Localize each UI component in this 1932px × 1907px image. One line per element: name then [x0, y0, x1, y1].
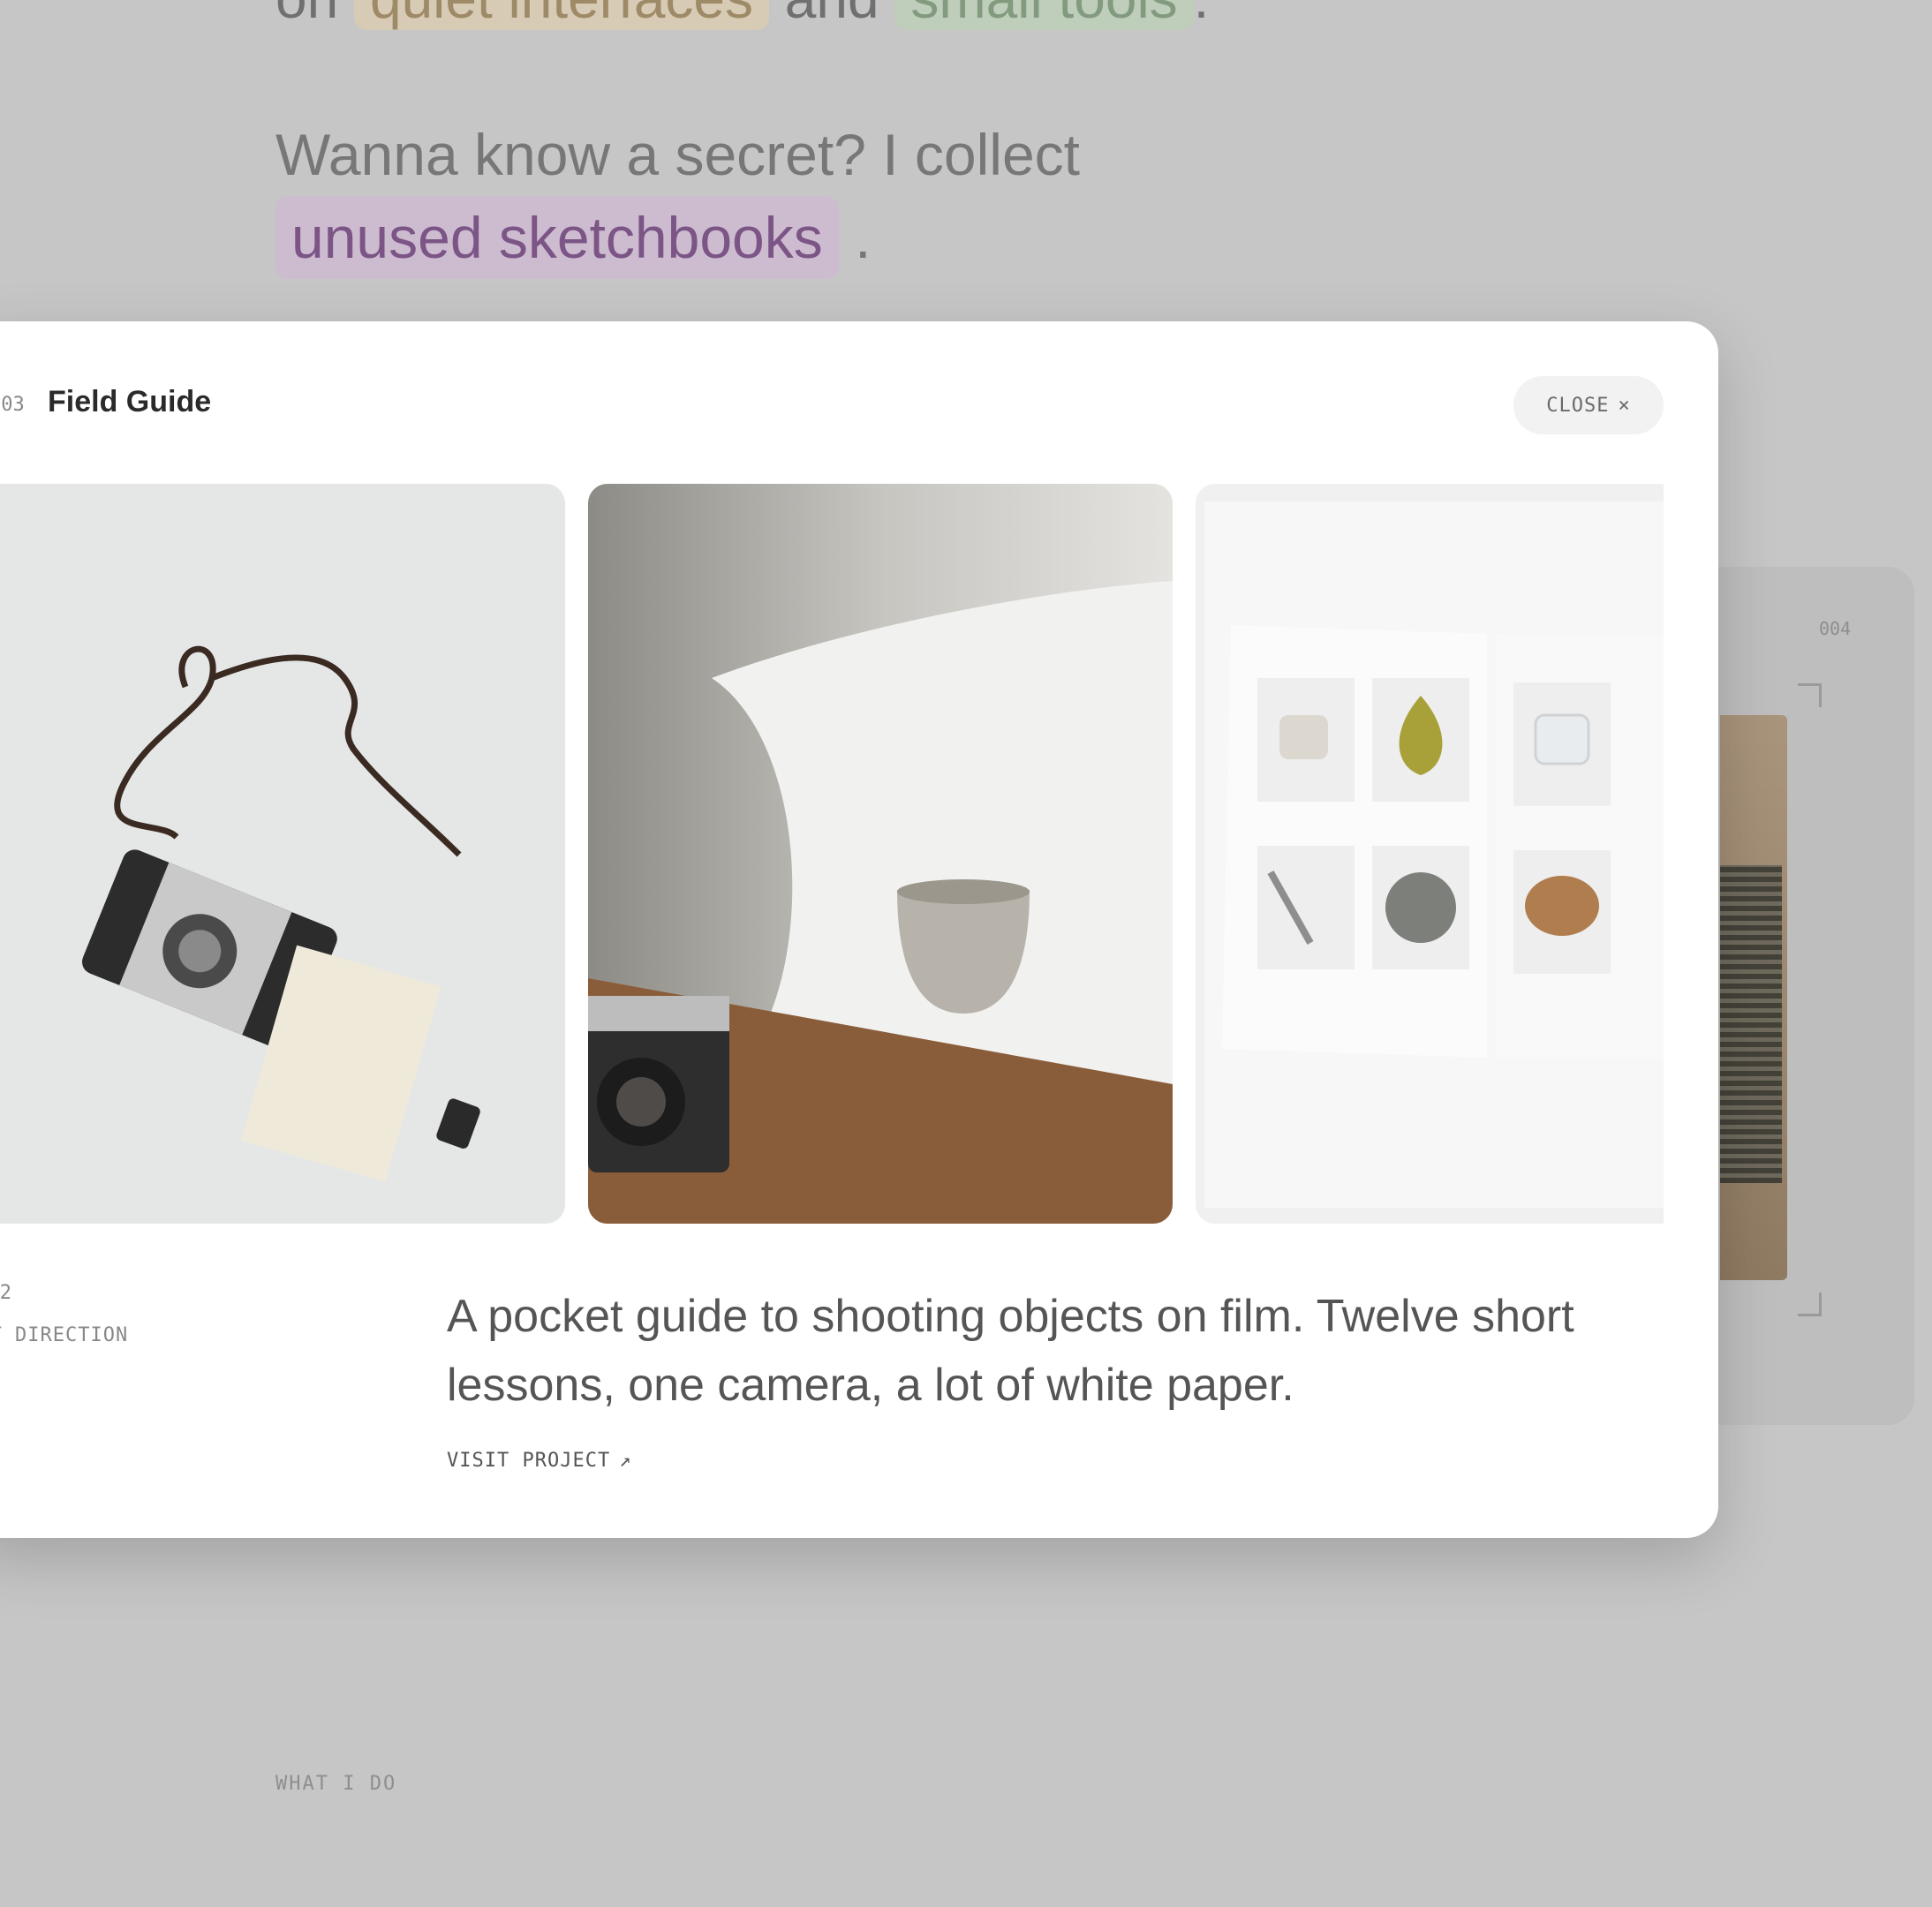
corner-bracket-top	[1798, 683, 1822, 707]
project-role: ART DIRECTION	[0, 1324, 129, 1346]
secret-suffix: .	[855, 205, 872, 270]
close-label: CLOSE	[1546, 394, 1610, 417]
intro-prefix: on	[275, 0, 338, 30]
close-icon: ×	[1618, 394, 1631, 417]
highlight-small-tools[interactable]: small tools	[894, 0, 1194, 30]
corner-bracket-bottom	[1798, 1293, 1822, 1316]
visit-project-label: VISIT PROJECT	[447, 1450, 611, 1472]
arrow-up-right-icon: ↗	[619, 1450, 632, 1472]
intro-suffix: .	[1194, 0, 1210, 30]
highlight-unused-sketchbooks[interactable]: unused sketchbooks	[275, 196, 839, 279]
project-index: 003	[0, 394, 25, 416]
secret-line: Wanna know a secret? I collect	[275, 122, 1080, 187]
project-modal: 003 Field Guide CLOSE ×	[0, 321, 1718, 1538]
project-description: A pocket guide to shooting objects on fi…	[447, 1291, 1574, 1411]
background-card-photo	[1720, 715, 1787, 1280]
background-card-number: 004	[1819, 618, 1852, 639]
section-label-what-i-do: WHAT I DO	[275, 1773, 397, 1795]
intro-middle: and	[785, 0, 879, 30]
visit-project-link[interactable]: VISIT PROJECT ↗	[447, 1450, 631, 1472]
gallery-photo-catalog-book[interactable]	[1196, 484, 1664, 1224]
project-year: 2022	[0, 1282, 11, 1304]
project-title: Field Guide	[48, 385, 212, 418]
gallery-photo-cup-still-life[interactable]	[588, 484, 1173, 1224]
intro-line: on quiet interfaces and small tools.	[275, 0, 1209, 30]
secret-paragraph: Wanna know a secret? I collect unused sk…	[275, 113, 1080, 279]
close-button[interactable]: CLOSE ×	[1513, 376, 1664, 434]
gallery-photo-camera-notebook[interactable]	[0, 484, 565, 1224]
highlight-quiet-interfaces[interactable]: quiet interfaces	[353, 0, 769, 30]
